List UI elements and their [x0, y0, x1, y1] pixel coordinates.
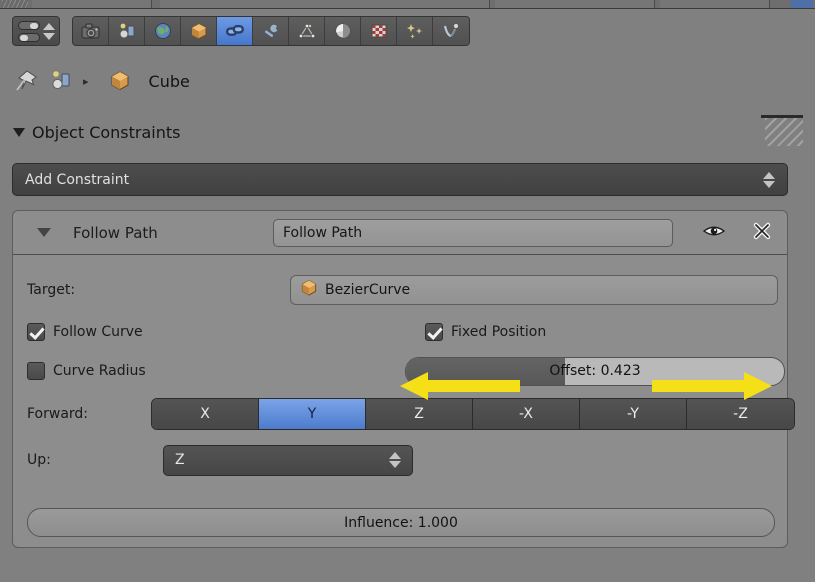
render-tab[interactable]: [73, 17, 109, 45]
editor-type-glyph: [17, 20, 40, 42]
updown-arrows-icon: [389, 452, 401, 468]
breadcrumb: ▸ Cube: [0, 58, 815, 104]
constraint-header: Follow Path Follow Path: [13, 211, 787, 255]
material-tab[interactable]: [325, 17, 361, 45]
triangle-up-icon: [763, 171, 775, 179]
forward-row: Forward: X Y Z -X -Y -Z: [13, 391, 795, 437]
scene-tab[interactable]: [109, 17, 145, 45]
offset-slider[interactable]: Offset: 0.423: [405, 356, 785, 386]
curve-radius-checkbox[interactable]: Curve Radius: [27, 362, 146, 380]
camera-icon: [81, 23, 99, 39]
influence-value-label: Influence: 1.000: [344, 514, 458, 531]
scene-icon: [119, 23, 134, 39]
target-row: Target: BezierCurve: [13, 267, 787, 313]
editor-type-pill: [17, 32, 40, 42]
wrench-icon: [263, 23, 278, 38]
properties-editor-header: [0, 9, 815, 53]
cube-icon: [108, 69, 132, 93]
close-x-icon[interactable]: [751, 220, 773, 246]
add-constraint-label: Add Constraint: [25, 171, 130, 188]
checkbox-mark: [27, 362, 45, 380]
window-grip-hatch: [2, 0, 28, 8]
up-axis-value: Z: [175, 452, 185, 468]
page-title: Object Constraints: [32, 122, 181, 142]
breadcrumb-separator: ▸: [83, 74, 89, 88]
constraint-header-icons: [702, 211, 773, 255]
target-object-name: BezierCurve: [325, 282, 411, 298]
object-tab[interactable]: [181, 17, 217, 45]
physics-tab[interactable]: [433, 17, 469, 45]
material-ball-icon: [335, 23, 350, 39]
influence-slider[interactable]: Influence: 1.000: [27, 508, 775, 537]
triangle-up-icon: [42, 22, 55, 30]
breadcrumb-object-name: Cube: [148, 71, 190, 91]
forward-axis-Z[interactable]: Z: [366, 399, 473, 429]
sparkles-icon: [406, 24, 422, 39]
scene-icon[interactable]: [48, 68, 74, 94]
triangle-down-icon: [42, 32, 55, 40]
curve-radius-row: Curve Radius Offset: 0.423: [13, 351, 787, 391]
top-strip-active-item: [791, 0, 813, 8]
target-label: Target:: [27, 282, 76, 298]
checker-icon: [371, 24, 386, 38]
forward-axis-X[interactable]: X: [152, 399, 259, 429]
world-tab[interactable]: [145, 17, 181, 45]
object-data-icon: [299, 278, 319, 302]
checkbox-row: Follow Curve Fixed Position: [13, 313, 787, 351]
constraint-type-label: Follow Path: [73, 223, 158, 242]
offset-value-label: Offset: 0.423: [549, 363, 641, 379]
constraints-tab[interactable]: [217, 17, 253, 45]
up-label: Up:: [27, 452, 51, 468]
curve-radius-label: Curve Radius: [53, 363, 146, 379]
modifiers-tab[interactable]: [253, 17, 289, 45]
texture-tab[interactable]: [361, 17, 397, 45]
cube-icon: [191, 23, 206, 40]
triangle-up-icon: [389, 452, 401, 459]
fixed-position-checkbox[interactable]: Fixed Position: [425, 323, 546, 341]
offset-slider-fill: [406, 357, 565, 385]
resize-grip-icon[interactable]: [765, 118, 803, 146]
forward-axis-negX[interactable]: -X: [473, 399, 580, 429]
mesh-data-icon: [298, 23, 315, 39]
forward-axis-button-group: X Y Z -X -Y -Z: [151, 398, 795, 430]
top-strip-segment: [495, 0, 655, 8]
up-axis-dropdown[interactable]: Z: [163, 444, 413, 476]
top-strip-segment: [660, 0, 770, 8]
forward-axis-Y[interactable]: Y: [259, 399, 366, 429]
properties-tab-strip: [72, 16, 470, 46]
fixed-position-label: Fixed Position: [451, 324, 547, 340]
follow-path-constraint-panel: Follow Path Follow Path Target: BezierCu…: [12, 210, 795, 548]
forward-axis-negY[interactable]: -Y: [580, 399, 687, 429]
eye-icon[interactable]: [702, 223, 726, 243]
follow-curve-checkbox[interactable]: Follow Curve: [27, 323, 143, 341]
data-tab[interactable]: [289, 17, 325, 45]
follow-curve-label: Follow Curve: [53, 324, 143, 340]
up-row: Up: Z: [13, 437, 787, 483]
particles-tab[interactable]: [397, 17, 433, 45]
top-strip-segment: [160, 0, 490, 8]
triangle-down-icon: [763, 180, 775, 188]
pin-icon[interactable]: [13, 68, 39, 94]
object-constraints-panel-header[interactable]: Object Constraints: [0, 115, 815, 149]
target-object-field[interactable]: BezierCurve: [290, 275, 778, 305]
forward-axis-negZ[interactable]: -Z: [687, 399, 794, 429]
editor-type-arrows-icon: [42, 22, 55, 40]
checkbox-mark: [27, 323, 45, 341]
editor-type-pill: [17, 20, 40, 30]
editor-type-selector[interactable]: [12, 16, 60, 46]
checkbox-mark: [425, 323, 443, 341]
window-top-strip: [0, 0, 815, 9]
updown-arrows-icon: [763, 171, 775, 188]
forward-label: Forward:: [27, 406, 89, 422]
constraint-name-input[interactable]: Follow Path: [273, 218, 673, 247]
triangle-down-icon: [13, 127, 25, 137]
triangle-down-icon: [389, 461, 401, 468]
add-constraint-dropdown[interactable]: Add Constraint: [12, 163, 788, 196]
top-strip-segment: [32, 0, 152, 8]
chain-link-icon: [225, 24, 244, 36]
triangle-down-icon[interactable]: [37, 228, 51, 237]
physics-icon: [443, 22, 460, 38]
globe-icon: [154, 23, 171, 39]
